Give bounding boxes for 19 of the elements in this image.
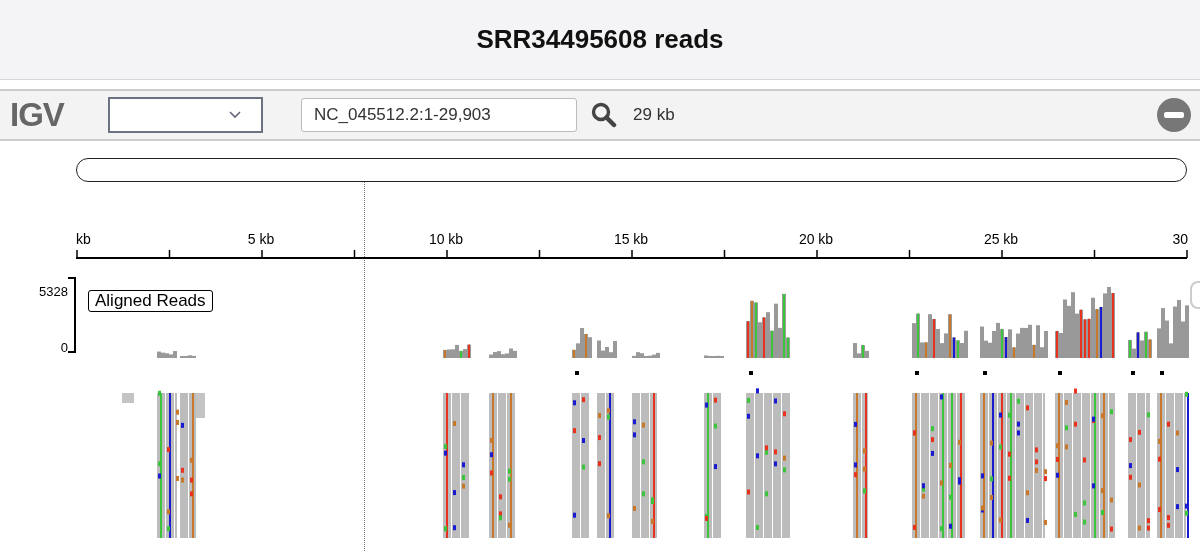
ruler-label: kb [76,231,91,247]
scale-min-label: 0 [60,340,68,355]
track-name: Aligned Reads [88,290,213,312]
ruler-label: 30 [1172,231,1188,247]
genome-dropdown[interactable] [108,97,263,133]
width-label: 29 kb [633,105,675,125]
ruler-label: 20 kb [798,231,834,247]
chromosome-ideogram[interactable] [76,158,1187,182]
ruler-label: 5 kb [247,231,275,247]
minus-icon[interactable] [1157,98,1191,132]
scale-max-label: 5328 [39,284,68,299]
ruler-label: 15 kb [613,231,649,247]
locus-field[interactable]: NC_045512.2:1-29,903 [301,98,577,132]
caret-icon [229,111,241,119]
ruler-label: 10 kb [428,231,464,247]
search-icon[interactable] [591,102,617,128]
window-title: SRR34495608 reads [476,24,724,55]
ruler-label: 25 kb [983,231,1019,247]
igv-logo: IGV [10,96,66,134]
